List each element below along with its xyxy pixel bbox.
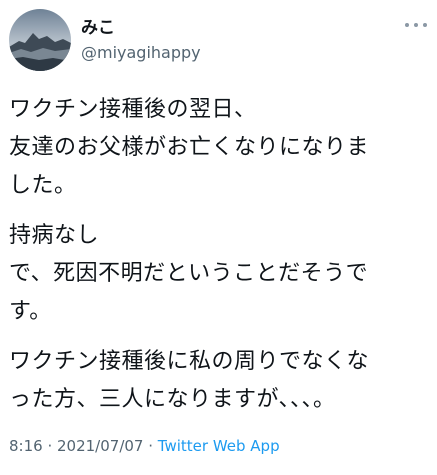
tweet-paragraph-3: ワクチン接種後に私の周りでなくな った方、三人になりますが、、、。 [9,349,370,412]
tweet-meta: 8:16 · 2021/07/07 · Twitter Web App [9,436,280,456]
dot [414,23,418,27]
dot [423,23,427,27]
tweet-text: ワクチン接種後の翌日、 友達のお父様がお亡くなりになりま した。 持病なし で、… [9,91,433,431]
tweet-paragraph-1: ワクチン接種後の翌日、 友達のお父様がお亡くなりになりま した。 [9,97,370,198]
separator: · [143,437,158,455]
separator: · [42,437,57,455]
user-handle[interactable]: @miyagihappy [81,43,201,63]
tweet-source-link[interactable]: Twitter Web App [158,437,280,455]
tweet-paragraph-2: 持病なし で、死因不明だということだそうで す。 [9,223,369,324]
tweet-date[interactable]: 2021/07/07 [57,437,143,455]
tweet-time[interactable]: 8:16 [9,437,43,455]
dot [405,23,409,27]
avatar-landscape-icon [9,9,71,71]
avatar[interactable] [9,9,71,71]
more-dots-icon[interactable] [405,18,427,32]
display-name[interactable]: みこ [81,18,115,38]
tweet-card: みこ @miyagihappy ワクチン接種後の翌日、 友達のお父様がお亡くなり… [0,0,437,475]
